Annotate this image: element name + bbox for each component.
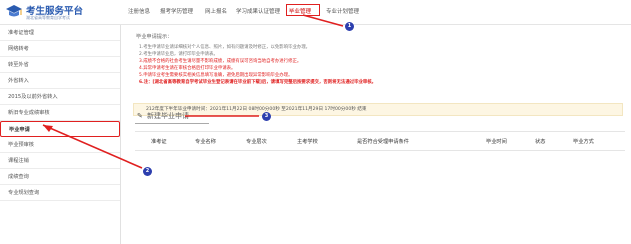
sidebar-item-major-plan-query[interactable]: 专业规划查询 — [0, 185, 120, 201]
tip-line: 1.考生申请毕业请详细核对个人信息、照片，如有问题请及时修正，以免影响毕业办理。 — [139, 45, 311, 50]
tip-line: 6.注：[湖北省高等教育自学考试毕业生登记表请在毕业前下载]后，请填写完整后按要… — [139, 80, 377, 85]
column-header-eligibility: 是否符合受理申请条件 — [357, 139, 409, 145]
sidebar: 准考证管理 网络转考 转至外省 外省转入 2015及以前外省转入 新旧专业成绩审… — [0, 25, 121, 244]
app-subtitle: 湖北省高等教育自学考试 — [26, 15, 70, 20]
sidebar-item-admission-ticket[interactable]: 准考证管理 — [0, 25, 120, 41]
nav-highlight-box — [286, 4, 320, 16]
new-application-label: 新建毕业申请 — [147, 112, 189, 120]
sidebar-item-transfer-in[interactable]: 外省转入 — [0, 73, 120, 89]
nav-degree-management[interactable]: 报考学历管理 — [160, 7, 193, 15]
tip-line: 5.申请毕业考生需要核实相关信息填写准确，避免后期出现异常影响毕业办理。 — [139, 73, 293, 78]
tip-line: 4.异常申请考生请在审核合格后打印毕业申请表。 — [139, 66, 236, 71]
column-header-exam-school: 主考学校 — [297, 139, 318, 145]
sidebar-item-score-query[interactable]: 成绩查询 — [0, 169, 120, 185]
new-application-button[interactable]: ✎ 新建毕业申请 — [137, 111, 189, 127]
tips-title: 毕业申请提示： — [136, 34, 173, 40]
column-header-graduation-time: 毕业时间 — [486, 139, 507, 145]
pencil-icon: ✎ — [137, 112, 143, 120]
annotation-badge-3: 3 — [262, 112, 271, 121]
column-header-major-level: 专业层次 — [246, 139, 267, 145]
application-table-header: 准考证 专业名称 专业层次 主考学校 是否符合受理申请条件 毕业时间 状态 毕业… — [135, 131, 625, 151]
column-header-major-name: 专业名称 — [195, 139, 216, 145]
sidebar-item-legacy-transfer-in[interactable]: 2015及以前外省转入 — [0, 89, 120, 105]
sidebar-item-transfer-out[interactable]: 转至外省 — [0, 57, 120, 73]
sidebar-item-course-cancel[interactable]: 课程注销 — [0, 153, 120, 169]
top-navigation-bar: 考生服务平台 湖北省高等教育自学考试 注册信息 报考学历管理 网上报名 学习成果… — [0, 0, 631, 25]
sidebar-item-score-review[interactable]: 新旧专业成绩审核 — [0, 105, 120, 121]
main-content: 毕业申请提示： 1.考生申请毕业请详细核对个人信息、照片，如有问题请及时修正，以… — [121, 25, 631, 244]
column-header-graduation-method: 毕业方式 — [573, 139, 594, 145]
nav-registration-info[interactable]: 注册信息 — [128, 7, 150, 15]
column-header-admission-number: 准考证 — [151, 139, 167, 145]
annotation-badge-1: 1 — [345, 22, 354, 31]
sidebar-item-online-transfer[interactable]: 网络转考 — [0, 41, 120, 57]
nav-major-plan-management[interactable]: 专业计划管理 — [326, 7, 359, 15]
nav-online-registration[interactable]: 网上报名 — [205, 7, 227, 15]
nav-learning-certification[interactable]: 学习成果认证管理 — [236, 7, 280, 15]
tip-line: 3.成绩不合格的社会考生请尽量不影响成绩，成绩有误可咨询当地自考办进行修正。 — [139, 59, 302, 64]
graduation-cap-icon — [6, 5, 22, 17]
sidebar-item-graduation-application[interactable]: 毕业申请 — [0, 121, 120, 137]
logo[interactable]: 考生服务平台 湖北省高等教育自学考试 — [4, 2, 120, 23]
annotation-badge-2: 2 — [143, 167, 152, 176]
tip-line: 2.考生申请毕业后，请打印毕业申请表。 — [139, 52, 218, 57]
sidebar-item-graduation-preaudit[interactable]: 毕业预审核 — [0, 137, 120, 153]
column-header-status: 状态 — [535, 139, 546, 145]
